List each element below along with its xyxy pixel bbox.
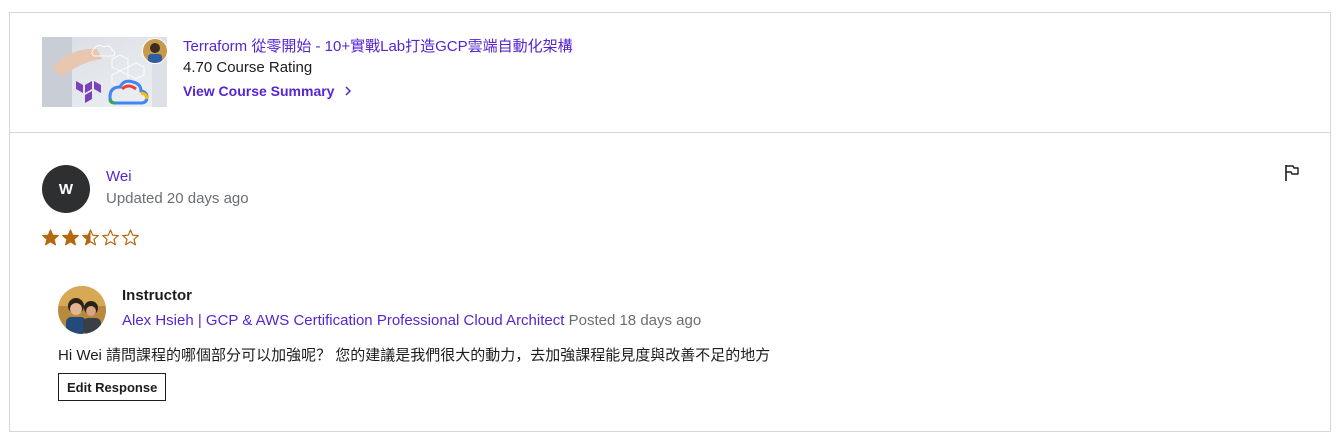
view-course-summary-label: View Course Summary [183, 83, 335, 99]
course-summary-section: Terraform 從零開始 - 10+實戰Lab打造GCP雲端自動化架構 4.… [10, 13, 1330, 133]
edit-response-button[interactable]: Edit Response [58, 373, 167, 401]
flag-icon[interactable] [1282, 163, 1302, 183]
review-updated-date: Updated 20 days ago [106, 190, 249, 207]
course-rating: 4.70 Course Rating [183, 59, 313, 76]
reviewer-avatar: W [42, 165, 90, 213]
course-title-link[interactable]: Terraform 從零開始 - 10+實戰Lab打造GCP雲端自動化架構 [183, 35, 573, 56]
star-empty-icon [102, 229, 119, 246]
instructor-avatar [58, 286, 106, 334]
star-rating [42, 229, 139, 246]
response-text: Hi Wei 請問課程的哪個部分可以加強呢？ 您的建議是我們很大的動力，去加強課… [58, 347, 771, 364]
view-course-summary-link[interactable]: View Course Summary [183, 83, 352, 99]
response-role: Instructor [122, 287, 193, 304]
reviewer-name-link[interactable]: Wei [106, 168, 132, 185]
review-card: Terraform 從零開始 - 10+實戰Lab打造GCP雲端自動化架構 4.… [9, 12, 1331, 432]
star-full-icon [62, 229, 79, 246]
response-posted-date: Posted 18 days ago [568, 312, 702, 329]
response-meta: Alex Hsieh | GCP & AWS Certification Pro… [122, 312, 701, 329]
instructor-name-link[interactable]: Alex Hsieh | GCP & AWS Certification Pro… [122, 312, 564, 329]
star-half-icon [82, 229, 99, 246]
star-full-icon [42, 229, 59, 246]
instructor-avatar-small [142, 38, 168, 64]
star-empty-icon [122, 229, 139, 246]
chevron-right-icon [344, 83, 352, 99]
